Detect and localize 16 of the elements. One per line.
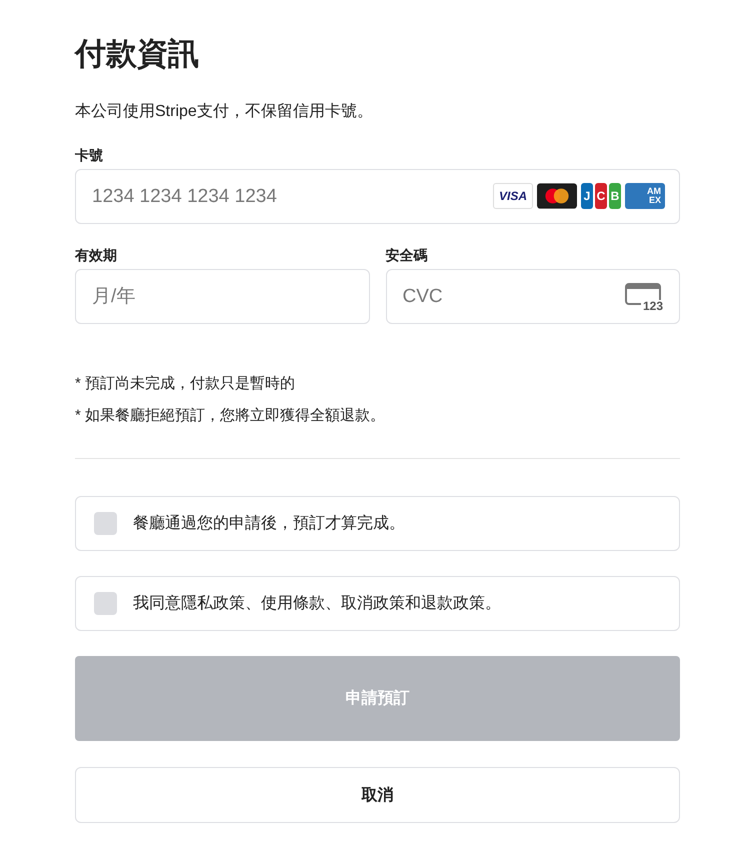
field-label: 安全碼 [386,246,428,264]
agreement-checkbox-row[interactable]: 餐廳通過您的申請後，預訂才算完成。 [75,496,680,551]
checkbox[interactable] [94,592,117,615]
expiry-field[interactable]: 月/年 [75,269,370,324]
mastercard-logo-icon [537,183,577,209]
cancel-button[interactable]: 取消 [75,767,680,823]
field-label: 卡號 [75,146,103,164]
page-title: 付款資訊 [75,35,199,73]
note-text: * 預訂尚未完成，付款只是暫時的 [75,374,296,394]
agreement-checkbox-row[interactable]: 我同意隱私政策、使用條款、取消政策和退款政策。 [75,576,680,631]
intro-text: 本公司使用Stripe支付，不保留信用卡號。 [75,102,373,122]
checkbox[interactable] [94,512,117,535]
visa-logo-icon: VISA [493,183,533,209]
note-text: * 如果餐廳拒絕預訂，您將立即獲得全額退款。 [75,406,386,426]
amex-logo-icon: AM EX [625,183,665,209]
field-label: 有效期 [75,246,117,264]
